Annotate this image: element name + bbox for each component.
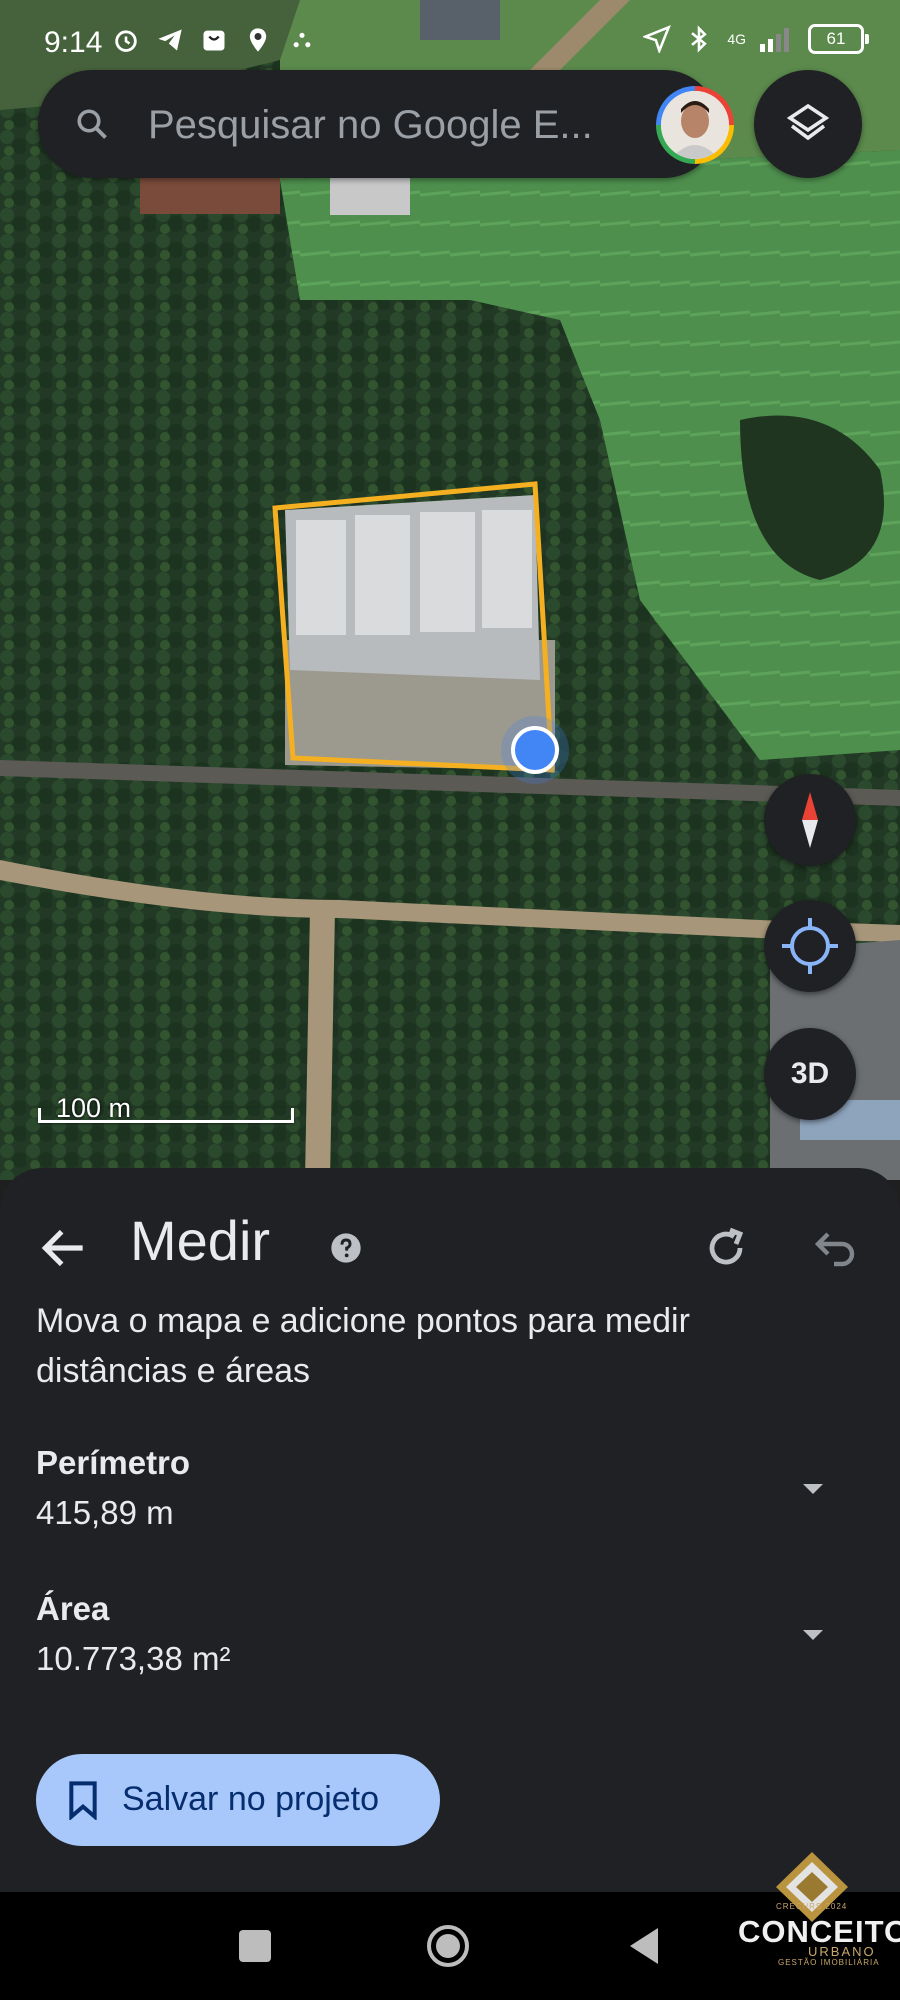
account-avatar[interactable] xyxy=(656,86,734,164)
location-pin-icon xyxy=(249,28,267,52)
signal-icon xyxy=(760,28,789,52)
my-location-button[interactable] xyxy=(764,900,856,992)
recents-button[interactable] xyxy=(239,1930,271,1962)
area-row[interactable]: Área 10.773,38 m² xyxy=(36,1590,864,1690)
compass-icon xyxy=(802,792,818,848)
area-label: Área xyxy=(36,1590,110,1627)
search-bar[interactable] xyxy=(38,70,734,178)
redo-icon[interactable] xyxy=(702,1224,750,1272)
telegram-icon xyxy=(158,29,182,51)
watermark-brand-sub: URBANO xyxy=(808,1944,876,1959)
watermark-top-line: CRECI/RS 2024 xyxy=(776,1902,848,1911)
scale-line xyxy=(38,1108,294,1123)
alarm-icon xyxy=(115,30,137,52)
navigation-arrow-icon xyxy=(643,25,672,53)
layers-icon xyxy=(786,103,830,141)
network-type: 4G xyxy=(727,31,746,47)
shopping-bag-icon xyxy=(203,30,225,51)
measure-instructions: Mova o mapa e adicione pontos para medir… xyxy=(36,1302,690,1390)
perimeter-value: 415,89 m xyxy=(36,1494,174,1531)
area-dropdown-icon[interactable] xyxy=(798,1620,828,1650)
profile-photo xyxy=(661,91,729,159)
area-value: 10.773,38 m² xyxy=(36,1640,231,1677)
panel-title: Medir xyxy=(130,1209,271,1272)
3d-toggle-button[interactable]: 3D xyxy=(764,1028,856,1120)
undo-icon[interactable] xyxy=(812,1224,860,1272)
help-icon[interactable] xyxy=(330,1232,362,1264)
bookmark-icon xyxy=(69,1781,97,1820)
my-location-icon xyxy=(782,918,838,974)
measure-panel: Medir Mova o mapa e adicione pontos para… xyxy=(0,1168,900,1892)
search-icon xyxy=(77,109,107,139)
back-arrow-icon[interactable] xyxy=(36,1220,92,1276)
home-button[interactable] xyxy=(426,1924,470,1968)
search-input[interactable] xyxy=(146,96,640,154)
bluetooth-icon xyxy=(691,25,708,53)
perimeter-row[interactable]: Perímetro 415,89 m xyxy=(36,1444,864,1544)
layers-button[interactable] xyxy=(754,70,862,178)
battery-indicator: 61 xyxy=(808,24,869,54)
more-dots-icon xyxy=(293,32,311,48)
compass-button[interactable] xyxy=(764,774,856,866)
brand-watermark: CRECI/RS 2024 CONCEITO URBANO GESTÃO IMO… xyxy=(738,1852,900,1972)
back-button[interactable] xyxy=(626,1926,662,1966)
watermark-tagline: GESTÃO IMOBILIÁRIA xyxy=(778,1958,880,1967)
save-to-project-button[interactable]: Salvar no projeto xyxy=(36,1754,440,1846)
status-time: 9:14 xyxy=(44,26,103,59)
save-button-label: Salvar no projeto xyxy=(122,1780,380,1818)
scale-bar: 100 m xyxy=(38,1093,294,1123)
diamond-logo xyxy=(776,1852,848,1922)
status-bar: 9:14 4G 61 xyxy=(0,0,900,70)
perimeter-dropdown-icon[interactable] xyxy=(798,1474,828,1504)
perimeter-label: Perímetro xyxy=(36,1444,191,1481)
